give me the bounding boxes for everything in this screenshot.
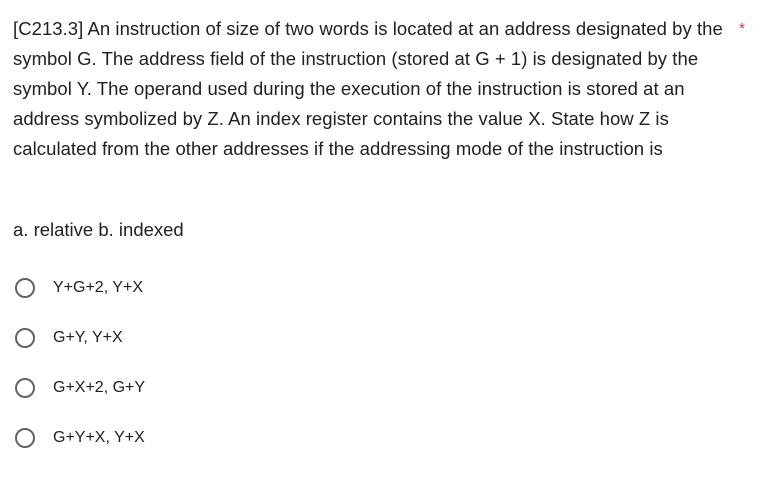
- option-3[interactable]: G+X+2, G+Y: [13, 372, 145, 404]
- question-subtext: a. relative b. indexed: [13, 219, 184, 240]
- radio-button-icon[interactable]: [15, 328, 35, 348]
- question-block: [C213.3] An instruction of size of two w…: [13, 14, 745, 164]
- option-4[interactable]: G+Y+X, Y+X: [13, 422, 145, 454]
- required-asterisk: *: [739, 20, 745, 37]
- radio-button-icon[interactable]: [15, 428, 35, 448]
- option-label: G+X+2, G+Y: [53, 379, 146, 396]
- question-text: [C213.3] An instruction of size of two w…: [13, 18, 723, 159]
- option-label: Y+G+2, Y+X: [53, 279, 143, 296]
- option-2[interactable]: G+Y, Y+X: [13, 322, 145, 354]
- option-label: G+Y, Y+X: [53, 329, 123, 346]
- option-label: G+Y+X, Y+X: [53, 429, 145, 446]
- option-1[interactable]: Y+G+2, Y+X: [13, 272, 145, 304]
- answer-options: Y+G+2, Y+X G+Y, Y+X G+X+2, G+Y G+Y+X, Y+…: [13, 272, 145, 472]
- radio-button-icon[interactable]: [15, 278, 35, 298]
- radio-button-icon[interactable]: [15, 378, 35, 398]
